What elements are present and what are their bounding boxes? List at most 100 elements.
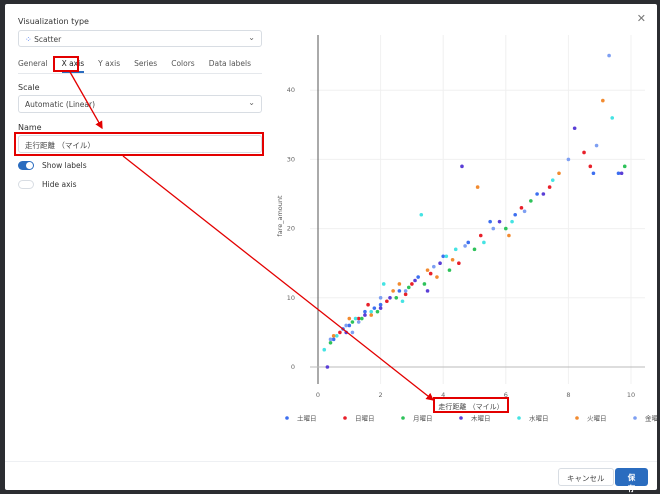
data-point [541, 192, 546, 196]
tab-y-axis[interactable]: Y axis [98, 59, 120, 73]
save-button[interactable]: 保 存 [615, 468, 648, 493]
highlight-box [14, 132, 264, 156]
hide-axis-toggle[interactable] [18, 180, 34, 189]
legend-label: 木曜日 [471, 414, 491, 423]
data-point [475, 185, 480, 189]
data-point [419, 212, 424, 217]
name-label: Name [18, 123, 42, 132]
hide-axis-label: Hide axis [42, 180, 77, 189]
data-point [394, 296, 399, 300]
data-point [450, 257, 455, 262]
scale-label: Scale [18, 83, 40, 92]
data-point [588, 164, 593, 169]
legend-marker [285, 416, 289, 420]
y-tick-label: 40 [287, 86, 295, 94]
data-point [378, 306, 383, 310]
data-point [378, 296, 383, 300]
data-point [432, 264, 436, 269]
y-tick-label: 0 [291, 363, 295, 371]
data-point [507, 233, 511, 238]
data-point [457, 261, 461, 266]
data-point [416, 275, 420, 279]
legend-marker [575, 416, 579, 420]
data-point [347, 316, 352, 321]
x-tick-label: 8 [566, 391, 570, 399]
close-icon[interactable]: ✕ [637, 12, 646, 25]
data-point [582, 150, 586, 155]
show-labels-label: Show labels [42, 161, 87, 170]
x-tick-label: 10 [627, 391, 635, 399]
scale-select[interactable]: Automatic (Linear) ⌄ [18, 95, 262, 113]
legend-marker [517, 416, 521, 420]
data-point [356, 316, 361, 321]
tab-series[interactable]: Series [134, 59, 157, 73]
data-point [460, 164, 464, 169]
chevron-down-icon: ⌄ [248, 33, 255, 42]
data-point [385, 299, 389, 304]
x-tick-label: 0 [316, 391, 320, 399]
data-point [557, 171, 561, 176]
data-point [331, 337, 336, 342]
data-point [403, 292, 408, 297]
data-point [572, 126, 577, 131]
data-point [622, 164, 627, 169]
data-point [535, 192, 539, 196]
data-point [400, 299, 405, 304]
data-point [350, 320, 355, 324]
data-point [478, 233, 483, 238]
scatter-icon: ⁘ [25, 35, 32, 44]
data-point [619, 171, 624, 176]
data-point [510, 219, 514, 224]
tab-colors[interactable]: Colors [171, 59, 195, 73]
y-tick-label: 20 [287, 225, 295, 233]
data-point [353, 316, 358, 321]
data-point [338, 330, 342, 335]
tab-data-labels[interactable]: Data labels [209, 59, 251, 73]
data-point [328, 340, 333, 345]
legend-label: 月曜日 [413, 415, 433, 423]
show-labels-toggle[interactable] [18, 161, 34, 170]
data-point [366, 302, 370, 307]
data-point [566, 157, 571, 162]
data-point [444, 254, 449, 259]
tab-general[interactable]: General [18, 59, 48, 73]
data-point [425, 289, 430, 293]
data-point [522, 209, 527, 214]
data-point [547, 185, 552, 189]
data-point [497, 219, 502, 224]
cancel-button[interactable]: キャンセル [558, 468, 614, 486]
data-point [610, 116, 615, 120]
data-point [381, 282, 386, 286]
data-point [447, 268, 452, 272]
data-point [616, 171, 621, 176]
data-point [513, 212, 517, 217]
data-point [403, 289, 408, 293]
data-point [422, 282, 427, 286]
data-point [325, 365, 330, 369]
data-point [391, 289, 395, 293]
legend-marker [343, 416, 347, 420]
data-point [363, 309, 367, 314]
annotation-arrow [122, 155, 435, 401]
x-tick-label: 2 [379, 391, 383, 399]
data-point [463, 244, 467, 248]
data-point [441, 254, 446, 259]
data-point [372, 306, 377, 310]
data-point [410, 282, 414, 286]
data-point [428, 271, 433, 276]
data-point [425, 268, 430, 272]
legend-marker [401, 416, 405, 420]
data-point [453, 247, 458, 252]
dialog: ✕ Visualization type ⁘ Scatter ⌄ General… [5, 4, 657, 493]
data-point [472, 247, 477, 252]
viz-type-select[interactable]: ⁘ Scatter ⌄ [18, 30, 262, 47]
data-point [438, 261, 442, 266]
data-point [347, 323, 352, 328]
y-tick-label: 30 [287, 155, 295, 163]
data-point [519, 206, 524, 210]
viz-type-label: Visualization type [18, 17, 89, 26]
legend-label: 水曜日 [529, 414, 549, 423]
data-point [388, 296, 392, 300]
data-point [369, 309, 374, 314]
data-point [375, 309, 380, 314]
